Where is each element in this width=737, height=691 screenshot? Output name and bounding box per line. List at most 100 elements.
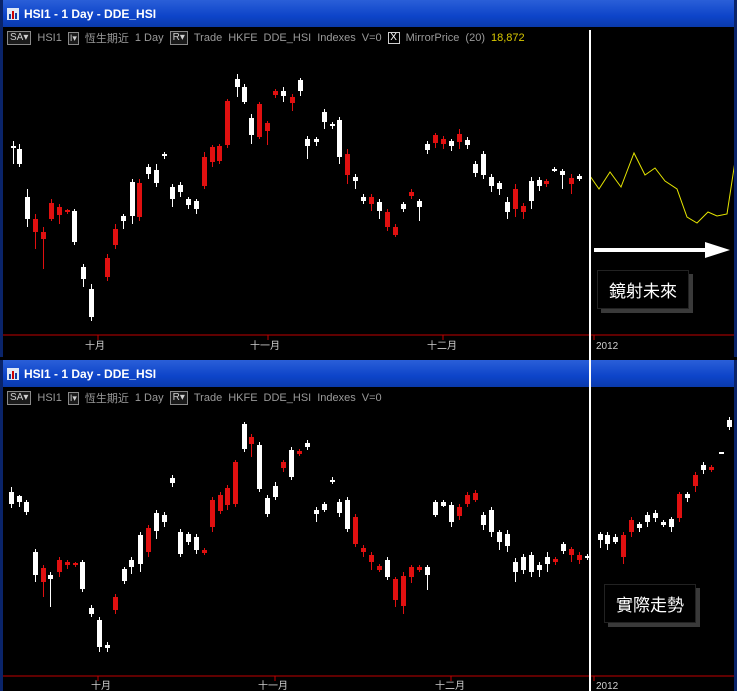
candle-body xyxy=(265,498,270,514)
candle-body xyxy=(137,183,142,217)
candle-body xyxy=(457,507,462,516)
candle-body xyxy=(129,560,134,567)
candle-body xyxy=(385,212,390,227)
candle-body xyxy=(121,216,126,221)
top-title-bar[interactable]: HSI1 - 1 Day - DDE_HSI xyxy=(3,0,734,27)
candle-body xyxy=(314,510,319,514)
top-price-chart[interactable]: 十月 十一月 十二月 2012 xyxy=(3,49,734,355)
candle-body xyxy=(505,534,510,546)
candle-body xyxy=(645,515,650,522)
candle-body xyxy=(305,443,310,447)
candle-body xyxy=(57,207,62,215)
bottom-label-nov: 十一月 xyxy=(258,679,288,691)
candle-body xyxy=(194,201,199,209)
candle-body xyxy=(210,147,215,162)
bottom-chart-window: HSI1 - 1 Day - DDE_HSI SA▾ HSI1 I▾ 恆生期近 … xyxy=(0,360,737,691)
bottom-window-title: HSI1 - 1 Day - DDE_HSI xyxy=(24,366,157,381)
candle-body xyxy=(361,197,366,201)
top-r-button[interactable]: R▾ xyxy=(169,31,188,45)
candle-body xyxy=(122,569,127,581)
candle-body xyxy=(481,154,486,175)
candle-body xyxy=(113,229,118,245)
candle-body xyxy=(138,535,143,564)
candle-body xyxy=(489,177,494,186)
candle-body xyxy=(305,139,310,146)
candle-body xyxy=(369,197,374,204)
bottom-label-2012: 2012 xyxy=(596,681,619,691)
candle-body xyxy=(598,534,603,540)
candle-body xyxy=(709,467,714,470)
top-trade: Trade xyxy=(193,32,223,44)
candle-body xyxy=(89,608,94,614)
bottom-price-chart[interactable]: 十月 十一月 十二月 2012 xyxy=(3,382,734,691)
candle-body xyxy=(473,493,478,500)
candle-body xyxy=(170,478,175,483)
candle-body xyxy=(433,502,438,515)
candle-body xyxy=(233,462,238,504)
candle-body xyxy=(225,101,230,145)
candle-body xyxy=(465,140,470,145)
candle-body xyxy=(322,112,327,122)
candle-body xyxy=(613,537,618,542)
candle-body xyxy=(441,502,446,506)
candle-body xyxy=(653,513,658,518)
top-period: 1 Day xyxy=(134,32,164,44)
candle-body xyxy=(661,522,666,525)
candle-body xyxy=(393,227,398,235)
top-symbol-menu-button[interactable]: I▾ xyxy=(67,31,79,45)
candle-body xyxy=(693,475,698,486)
candle-body xyxy=(33,219,38,232)
candle-body xyxy=(497,183,502,189)
mirror-value: 18,872 xyxy=(490,32,525,44)
candle-body xyxy=(162,515,167,522)
future-arrow-head xyxy=(705,242,730,258)
top-window-title: HSI1 - 1 Day - DDE_HSI xyxy=(24,6,157,21)
candle-body xyxy=(505,202,510,212)
candle-body xyxy=(521,206,526,212)
candle-body xyxy=(194,537,199,550)
candle-body xyxy=(537,180,542,186)
candle-body xyxy=(73,563,78,565)
candle-body xyxy=(377,566,382,570)
candle-body xyxy=(552,169,557,171)
candle-body xyxy=(17,149,22,164)
candle-body xyxy=(545,557,550,564)
candle-body xyxy=(154,513,159,531)
today-divider-line xyxy=(589,30,591,691)
top-name: 恆生期近 xyxy=(84,33,129,45)
candle-body xyxy=(249,437,254,444)
bottom-label-dec: 十二月 xyxy=(435,679,465,691)
candle-body xyxy=(417,201,422,207)
top-sa-button[interactable]: SA▾ xyxy=(7,31,32,45)
candle-body xyxy=(481,515,486,525)
candle-body xyxy=(218,495,223,511)
candle-body xyxy=(425,567,430,575)
mirror-future-callout: 鏡射未來 xyxy=(597,270,689,309)
candle-body xyxy=(281,91,286,96)
mirror-period: (20) xyxy=(465,32,485,44)
top-candlesticks xyxy=(11,74,582,321)
candle-body xyxy=(49,203,54,219)
top-label-nov: 十一月 xyxy=(250,339,280,352)
candle-body xyxy=(105,258,110,277)
candle-body xyxy=(569,178,574,184)
candle-body xyxy=(521,557,526,570)
candle-body xyxy=(560,171,565,175)
candle-body xyxy=(369,555,374,562)
candle-body xyxy=(701,465,706,470)
candle-body xyxy=(401,204,406,209)
candle-body xyxy=(577,176,582,179)
candle-body xyxy=(513,189,518,209)
candle-body xyxy=(377,202,382,211)
candle-body xyxy=(265,123,270,131)
candle-body xyxy=(337,120,342,157)
candle-body xyxy=(202,157,207,186)
candle-body xyxy=(72,211,77,242)
mirror-toggle-checkbox[interactable]: X xyxy=(387,32,400,44)
candle-body xyxy=(178,532,183,554)
candle-body xyxy=(48,575,53,579)
candle-body xyxy=(425,144,430,150)
candle-body xyxy=(186,199,191,205)
candle-body xyxy=(24,502,29,512)
candle-body xyxy=(235,79,240,87)
